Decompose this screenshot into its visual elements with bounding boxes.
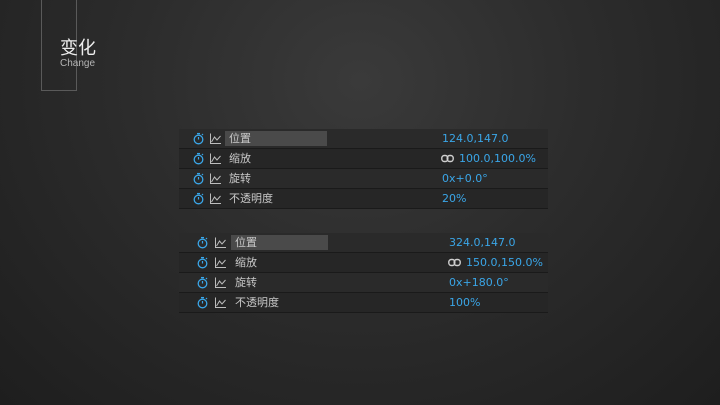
graph-icon[interactable] — [214, 256, 227, 269]
graph-icon[interactable] — [214, 276, 227, 289]
property-label[interactable]: 不透明度 — [229, 191, 273, 206]
property-label[interactable]: 旋转 — [229, 171, 251, 186]
link-icon[interactable] — [441, 154, 454, 163]
property-row-opacity: 不透明度 20% — [179, 189, 548, 209]
property-value[interactable]: 0x+180.0° — [449, 276, 509, 289]
property-value[interactable]: 150.0,150.0% — [466, 256, 543, 269]
property-row-position: 位置 324.0,147.0 — [179, 233, 548, 253]
property-row-position: 位置 124.0,147.0 — [179, 129, 548, 149]
stopwatch-icon[interactable] — [196, 296, 209, 309]
stopwatch-icon[interactable] — [196, 276, 209, 289]
property-label[interactable]: 位置 — [231, 235, 328, 250]
link-icon[interactable] — [448, 258, 461, 267]
property-label[interactable]: 不透明度 — [235, 295, 279, 310]
property-label[interactable]: 缩放 — [229, 151, 251, 166]
stopwatch-icon[interactable] — [196, 256, 209, 269]
property-label[interactable]: 缩放 — [235, 255, 257, 270]
page-title: 变化 — [60, 38, 96, 59]
stopwatch-icon[interactable] — [192, 132, 205, 145]
graph-icon[interactable] — [214, 296, 227, 309]
graph-icon[interactable] — [214, 236, 227, 249]
property-label[interactable]: 旋转 — [235, 275, 257, 290]
graph-icon[interactable] — [209, 132, 222, 145]
property-label[interactable]: 位置 — [225, 131, 327, 146]
property-value[interactable]: 100% — [449, 296, 480, 309]
property-row-opacity: 不透明度 100% — [179, 293, 548, 313]
property-value[interactable]: 100.0,100.0% — [459, 152, 536, 165]
stopwatch-icon[interactable] — [192, 172, 205, 185]
property-row-scale: 缩放 100.0,100.0% — [179, 149, 548, 169]
property-value[interactable]: 0x+0.0° — [442, 172, 488, 185]
transform-panel-1: 位置 124.0,147.0 缩放 100.0,100.0% 旋转 0x+0.0… — [179, 129, 548, 209]
stopwatch-icon[interactable] — [192, 192, 205, 205]
stopwatch-icon[interactable] — [196, 236, 209, 249]
property-value[interactable]: 124.0,147.0 — [442, 132, 508, 145]
property-row-rotation: 旋转 0x+0.0° — [179, 169, 548, 189]
property-row-scale: 缩放 150.0,150.0% — [179, 253, 548, 273]
graph-icon[interactable] — [209, 152, 222, 165]
graph-icon[interactable] — [209, 192, 222, 205]
transform-panel-2: 位置 324.0,147.0 缩放 150.0,150.0% 旋转 0x+180… — [179, 233, 548, 313]
graph-icon[interactable] — [209, 172, 222, 185]
stopwatch-icon[interactable] — [192, 152, 205, 165]
page-subtitle: Change — [60, 58, 96, 69]
property-value[interactable]: 20% — [442, 192, 466, 205]
property-row-rotation: 旋转 0x+180.0° — [179, 273, 548, 293]
property-value[interactable]: 324.0,147.0 — [449, 236, 515, 249]
